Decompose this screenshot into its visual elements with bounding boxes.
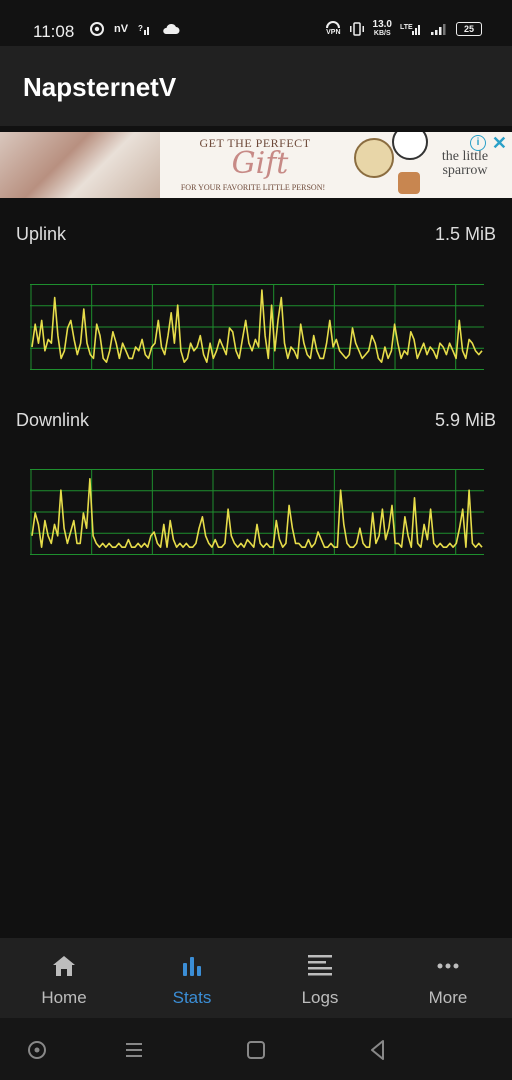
more-dots-icon [437,963,459,969]
downlink-series-line [31,478,483,548]
downlink-label: Downlink [16,410,90,430]
assistant-icon[interactable] [25,1038,49,1062]
vpn-icon: VPN [326,21,341,37]
ad-banner[interactable]: GET THE PERFECT Gift FOR YOUR FAVORITE L… [0,132,512,198]
vibrate-icon [349,22,364,36]
ad-bottle-image [398,172,420,194]
nav-more[interactable]: More [384,938,512,1018]
ad-close-icon[interactable]: ✕ [492,133,507,154]
home-button-icon[interactable] [244,1038,268,1062]
bottom-navigation: Home Stats Logs More [0,938,512,1018]
signal-icon [431,24,446,35]
home-icon [53,956,75,976]
nav-stats[interactable]: Stats [128,938,256,1018]
nav-logs-label: Logs [301,988,339,1007]
system-navigation-bar [0,1018,512,1080]
recent-apps-icon[interactable] [122,1038,146,1062]
uplink-series-line [31,289,483,363]
ad-gift-word: Gift [231,146,289,181]
uplink-graph [30,284,484,370]
ad-lid-image [392,132,428,160]
ad-info-icon[interactable]: i [470,135,486,151]
vpn-label: VPN [326,29,341,36]
nav-logs[interactable]: Logs [256,938,384,1018]
signal-question-icon: ? [138,24,150,35]
carrier-badge: nV [114,23,129,35]
back-icon[interactable] [366,1038,390,1062]
status-left-icons: nV ? [90,22,180,36]
uplink-label: Uplink [16,224,67,244]
lte-icon: LTE [400,24,420,35]
status-time: 11:08 [33,22,75,41]
bar-chart-icon [183,957,201,976]
ad-cream-jar-image [354,138,394,178]
downlink-graph [30,469,484,555]
chrome-icon [90,22,104,36]
app-bar: NapsternetV [0,46,512,126]
uplink-value: 1.5 MiB [434,224,496,244]
nav-home[interactable]: Home [0,938,128,1018]
nav-home-label: Home [41,988,87,1007]
status-right-icons: VPN 13.0 KB/S LTE 25 [326,20,482,38]
cloud-icon [163,23,180,34]
nav-more-label: More [428,988,468,1007]
ad-brand: the little sparrow [441,149,489,178]
status-bar: 11:08 nV ? VPN 13.0 KB/S LTE 25 [0,0,512,46]
ad-subline: FOR YOUR FAVORITE LITTLE PERSON! [180,183,326,192]
svg-text:LTE: LTE [400,24,413,31]
app-title: NapsternetV [23,72,177,102]
list-icon [308,955,332,976]
nav-stats-label: Stats [172,988,212,1007]
network-speed: 13.0 KB/S [372,19,392,38]
downlink-value: 5.9 MiB [434,410,496,430]
svg-text:?: ? [138,24,143,33]
ad-product-image [0,132,160,198]
battery-icon: 25 [456,22,482,36]
